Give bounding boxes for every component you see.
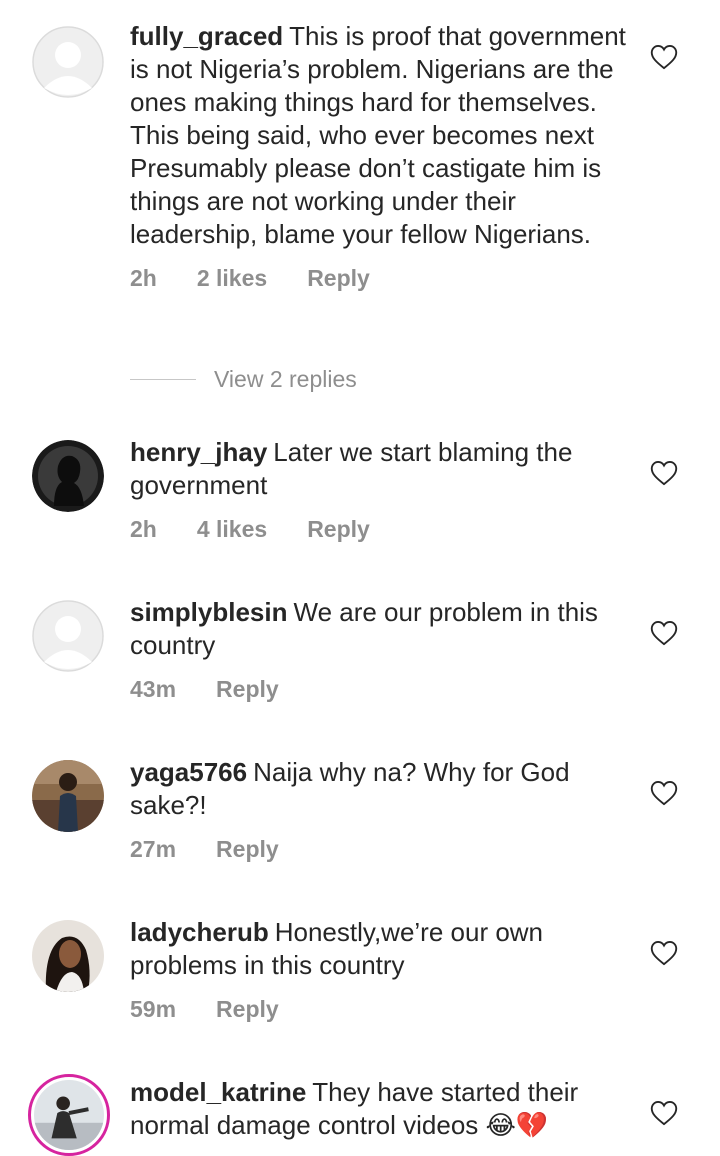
like-heart-icon[interactable] <box>650 460 678 486</box>
avatar[interactable] <box>32 440 104 512</box>
comment-likes[interactable]: 4 likes <box>197 516 267 543</box>
comment-username[interactable]: yaga5766 <box>130 757 247 787</box>
silhouette-avatar <box>32 440 104 512</box>
comment-text-block: henry_jhay Later we start blaming the gov… <box>130 436 630 502</box>
photo-avatar-story-ring <box>34 1080 104 1150</box>
avatar[interactable] <box>32 26 104 98</box>
like-heart-icon[interactable] <box>650 44 678 70</box>
comment-meta: 27m Reply <box>130 836 630 863</box>
like-heart-icon[interactable] <box>650 940 678 966</box>
view-replies-button[interactable]: View 2 replies <box>130 366 357 393</box>
reply-button[interactable]: Reply <box>307 516 370 543</box>
comment-meta: 43m Reply <box>130 676 630 703</box>
comment-text-block: fully_graced This is proof that governmen… <box>130 20 630 251</box>
like-heart-icon[interactable] <box>650 620 678 646</box>
comment-body: fully_graced This is proof that governmen… <box>130 20 630 292</box>
reply-button[interactable]: Reply <box>307 265 370 292</box>
comment-username[interactable]: simplyblesin <box>130 597 288 627</box>
comment-text-block: yaga5766 Naija why na? Why for God sake?! <box>130 756 630 822</box>
default-avatar-icon <box>32 600 104 672</box>
comment-body: henry_jhay Later we start blaming the gov… <box>130 436 630 543</box>
comment-body: model_katrine They have started their nor… <box>130 1076 630 1142</box>
comment-time: 2h <box>130 516 157 542</box>
view-replies-label: View 2 replies <box>214 366 357 392</box>
comment-username[interactable]: ladycherub <box>130 917 269 947</box>
reply-button[interactable]: Reply <box>216 996 279 1023</box>
comment-time: 59m <box>130 996 177 1022</box>
comment-text: This is proof that government is not Nig… <box>130 21 626 249</box>
like-heart-icon[interactable] <box>650 780 678 806</box>
comments-feed: fully_graced This is proof that governmen… <box>0 0 720 1156</box>
comment-meta: 2h 4 likes Reply <box>130 516 630 543</box>
comment-text-block: ladycherub Honestly,we’re our own problem… <box>130 916 630 982</box>
avatar[interactable] <box>32 600 104 672</box>
avatar[interactable] <box>32 920 104 992</box>
comment-text-block: simplyblesin We are our problem in this c… <box>130 596 630 662</box>
reply-button[interactable]: Reply <box>216 836 279 863</box>
comment-body: simplyblesin We are our problem in this c… <box>130 596 630 703</box>
divider-line <box>130 379 196 380</box>
comment-time: 43m <box>130 676 177 702</box>
comment-body: ladycherub Honestly,we’re our own problem… <box>130 916 630 1023</box>
default-avatar-icon <box>32 26 104 98</box>
comment-meta: 2h 2 likes Reply <box>130 265 630 292</box>
avatar-story-ring[interactable] <box>28 1074 110 1156</box>
like-heart-icon[interactable] <box>650 1100 678 1126</box>
comment-time: 27m <box>130 836 177 862</box>
comment-username[interactable]: model_katrine <box>130 1077 306 1107</box>
photo-avatar <box>32 920 104 992</box>
avatar[interactable] <box>32 760 104 832</box>
comment-body: yaga5766 Naija why na? Why for God sake?!… <box>130 756 630 863</box>
reply-button[interactable]: Reply <box>216 676 279 703</box>
comment-username[interactable]: fully_graced <box>130 21 283 51</box>
comment-text-block: model_katrine They have started their nor… <box>130 1076 630 1142</box>
comment-meta: 59m Reply <box>130 996 630 1023</box>
photo-avatar <box>32 760 104 832</box>
comment-time: 2h <box>130 265 157 291</box>
comment-likes[interactable]: 2 likes <box>197 265 267 292</box>
comment-username[interactable]: henry_jhay <box>130 437 267 467</box>
